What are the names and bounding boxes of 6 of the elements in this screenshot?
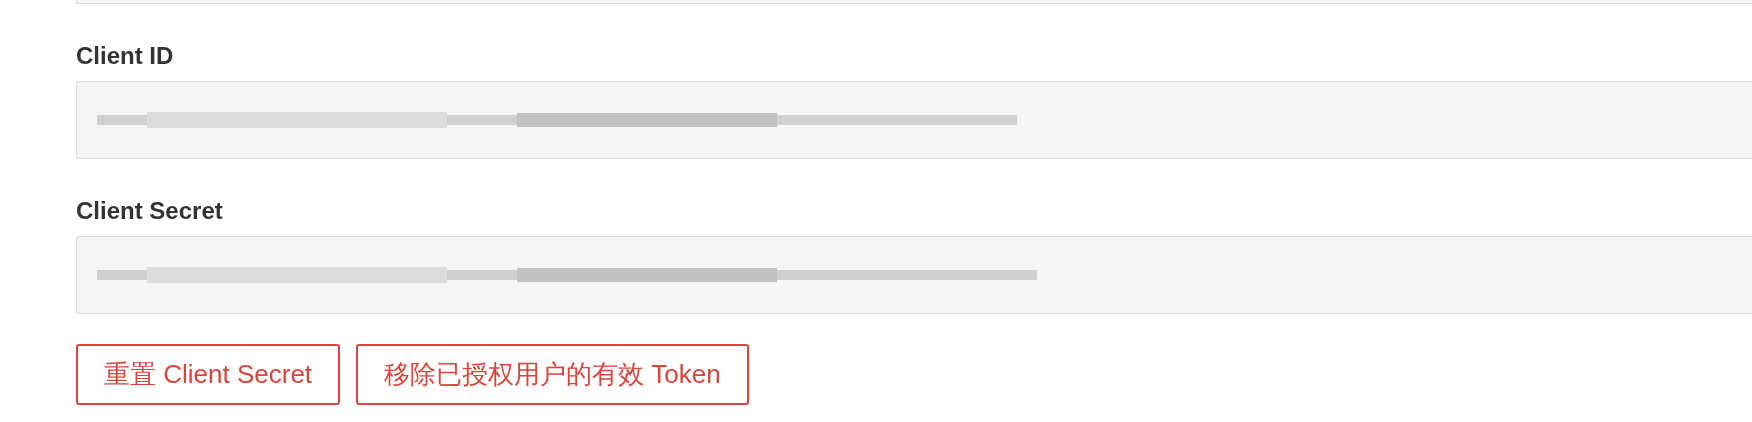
input-field[interactable]	[76, 80, 1752, 159]
action-button[interactable]: 移除已授权用户的有效 Token	[356, 343, 749, 406]
input-field[interactable]	[76, 235, 1752, 314]
field-label: Client Secret	[76, 196, 224, 226]
field-label: Client ID	[76, 42, 175, 71]
action-button[interactable]: 重置 Client Secret	[76, 343, 341, 406]
